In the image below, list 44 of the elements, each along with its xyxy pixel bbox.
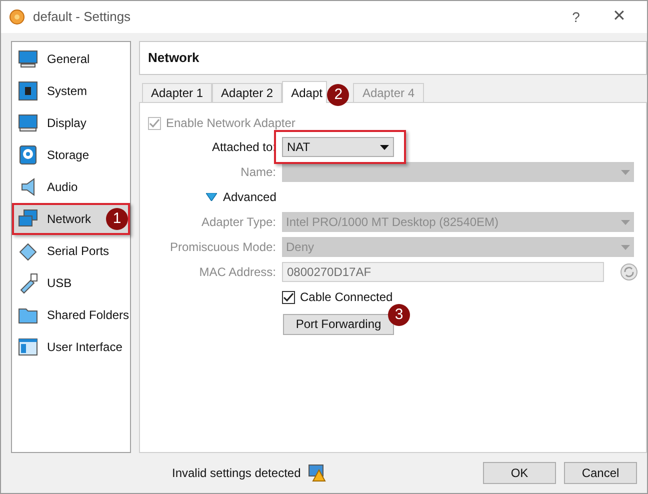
sidebar-item[interactable]: General [12,43,130,75]
caret-icon [621,170,630,174]
expand-triangle-icon [206,193,217,201]
port-forwarding-button[interactable]: Port Forwarding [283,314,394,334]
close-button[interactable]: ✕ [599,5,639,29]
sidebar-item[interactable]: System [12,75,130,107]
status-text: Invalid settings detected [172,465,301,482]
category-icon [17,336,39,358]
callout-badge: 3 [388,304,410,326]
category-icon [17,112,39,134]
category-icon [17,48,39,70]
category-icon [17,144,39,166]
field-label: Promiscuous Mode: [168,239,276,256]
warning-icon [308,464,326,482]
help-button[interactable]: ? [561,6,591,28]
field-label: MAC Address: [198,264,276,281]
caret-icon [621,244,630,250]
cable-connected-checkbox[interactable]: Cable Connected [282,288,393,306]
refresh-icon[interactable] [620,263,638,281]
sidebar-item[interactable]: User Interface [12,331,130,363]
field-label: Name: [240,164,276,181]
check-icon [149,118,160,128]
page-title: Network [148,49,200,68]
window-title: default - Settings [33,8,131,26]
sidebar-item[interactable]: Audio [12,171,130,203]
sidebar-item[interactable]: Display [12,107,130,139]
advanced-expander[interactable]: Advanced [206,188,276,206]
adapter-tab[interactable]: Adapter 1 [142,83,212,102]
sidebar-item[interactable]: Serial Ports [12,235,130,267]
dropdown[interactable]: NAT [282,137,394,157]
gear-icon [9,9,25,25]
caret-icon [380,144,389,150]
dialog-button[interactable]: OK [483,462,556,484]
callout-badge: 2 [327,84,350,106]
caret-icon [621,220,630,224]
adapter-tab[interactable]: Adapter 2 [212,83,282,102]
field-label: Adapter Type: [200,214,276,231]
check-icon [283,292,294,302]
sidebar-item[interactable]: USB [12,267,130,299]
adapter-tab[interactable]: Adapt [282,81,328,103]
dialog-button[interactable]: Cancel [564,462,637,484]
category-icon [17,80,39,102]
sidebar-item[interactable]: Shared Folders [12,299,130,331]
sidebar-item[interactable]: Storage [12,139,130,171]
